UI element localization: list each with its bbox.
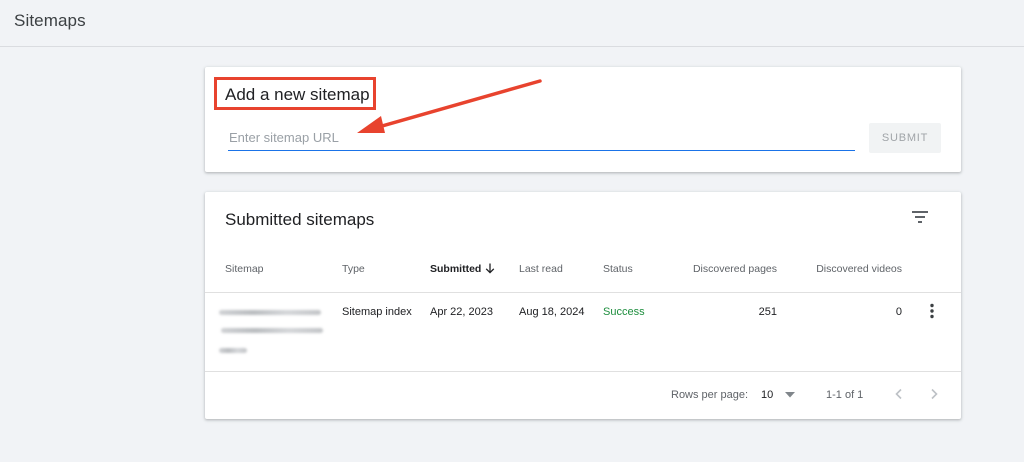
chevron-left-icon[interactable] <box>892 387 906 401</box>
column-header-submitted[interactable]: Submitted <box>430 263 495 275</box>
rows-per-page-label: Rows per page: <box>671 389 749 401</box>
column-header-last-read[interactable]: Last read <box>519 263 563 275</box>
column-header-sitemap[interactable]: Sitemap <box>225 263 264 275</box>
redacted-line <box>219 310 321 315</box>
submit-button[interactable]: SUBMIT <box>869 123 941 153</box>
arrow-down-icon <box>486 263 495 274</box>
caret-down-icon[interactable] <box>785 392 795 398</box>
cell-discovered-pages: 251 <box>758 306 777 318</box>
column-header-submitted-label: Submitted <box>430 263 482 275</box>
column-header-status[interactable]: Status <box>603 263 633 275</box>
more-vert-icon[interactable] <box>929 303 935 319</box>
add-sitemap-title: Add a new sitemap <box>225 85 370 104</box>
cell-last-read: Aug 18, 2024 <box>519 306 585 318</box>
chevron-right-icon[interactable] <box>927 387 941 401</box>
cell-status: Success <box>603 306 645 318</box>
header-divider <box>205 292 961 293</box>
page-header: Sitemaps <box>0 0 1024 47</box>
submitted-sitemaps-title: Submitted sitemaps <box>225 210 375 229</box>
add-sitemap-card: Add a new sitemap SUBMIT <box>205 67 961 172</box>
rows-per-page-select[interactable]: 10 <box>761 389 773 401</box>
filter-list-icon[interactable] <box>910 208 932 226</box>
page-title: Sitemaps <box>14 11 86 30</box>
cell-type: Sitemap index <box>342 306 412 318</box>
footer-divider <box>205 371 961 372</box>
redacted-line <box>221 328 323 333</box>
column-header-type[interactable]: Type <box>342 263 365 275</box>
pagination-range: 1-1 of 1 <box>826 389 864 401</box>
cell-submitted: Apr 22, 2023 <box>430 306 493 318</box>
sitemap-url-input[interactable] <box>228 125 855 151</box>
column-header-discovered-pages[interactable]: Discovered pages <box>685 263 777 275</box>
column-header-discovered-videos[interactable]: Discovered videos <box>801 263 902 275</box>
redacted-line <box>219 348 247 353</box>
submitted-sitemaps-card: Submitted sitemaps Sitemap Type Submitte… <box>205 192 961 419</box>
cell-discovered-videos: 0 <box>895 306 902 318</box>
